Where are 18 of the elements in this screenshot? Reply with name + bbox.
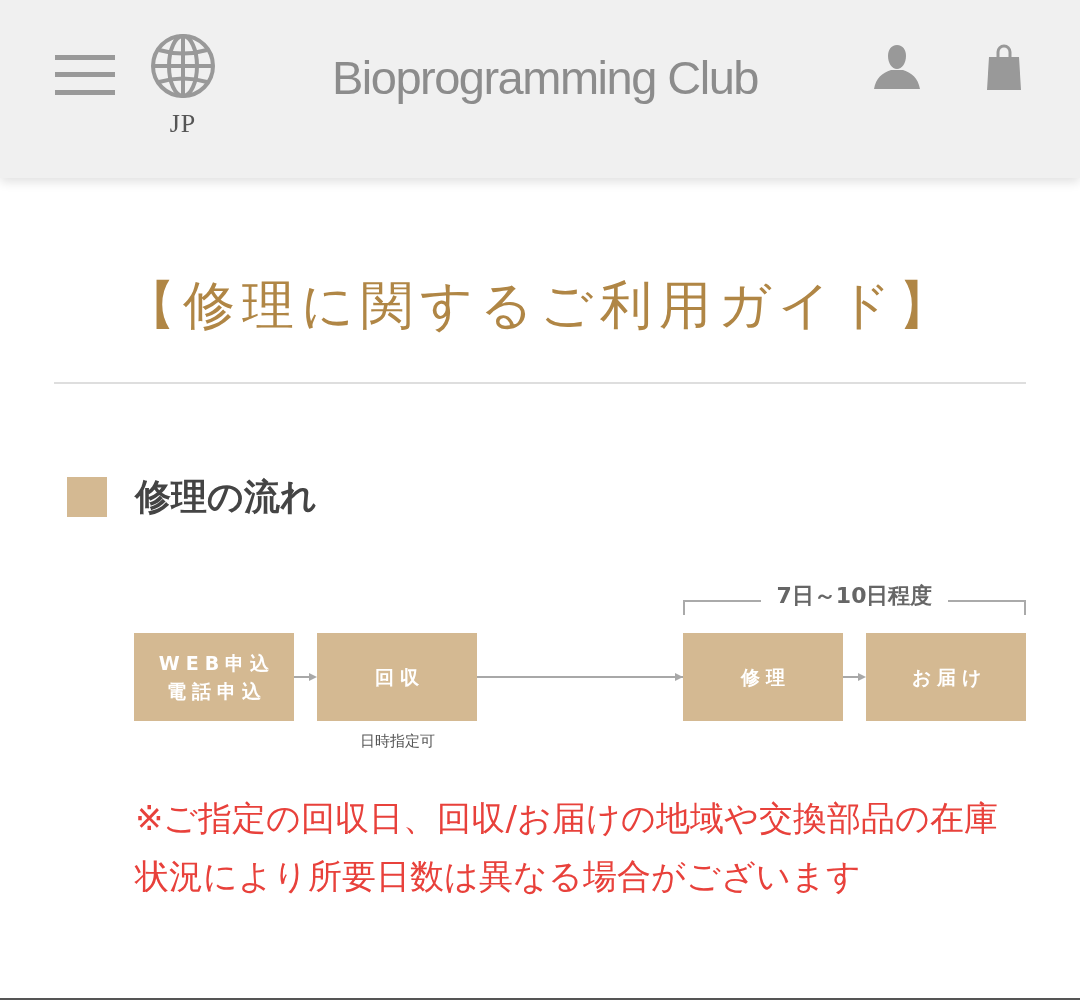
flow-arrow [294,671,317,683]
flow-step-box: お届け [866,633,1026,721]
globe-icon [150,33,216,99]
user-icon[interactable] [874,45,920,89]
menu-icon[interactable] [55,55,115,95]
site-title: Bioprogramming Club [331,50,758,106]
bag-icon[interactable] [987,44,1021,90]
flow-arrow [843,671,866,683]
flow-step-box: WEB申込 電話申込 [134,633,294,721]
page-title: 【修理に関するご利用ガイド】 [122,274,958,337]
section-title: 修理の流れ [135,477,317,517]
flow-step-box: 修理 [683,633,843,721]
square-bullet-icon [67,477,107,517]
language-button[interactable]: JP [150,33,216,138]
step-caption: 日時指定可 [359,731,435,751]
duration-label: 7日～10日程度 [775,584,934,608]
notice-text: ※ご指定の回収日、回収/お届けの地域や交換部品の在庫状況により所要日数は異なる場合がございます [135,797,999,898]
flow-step-box: 回収 [317,633,477,721]
